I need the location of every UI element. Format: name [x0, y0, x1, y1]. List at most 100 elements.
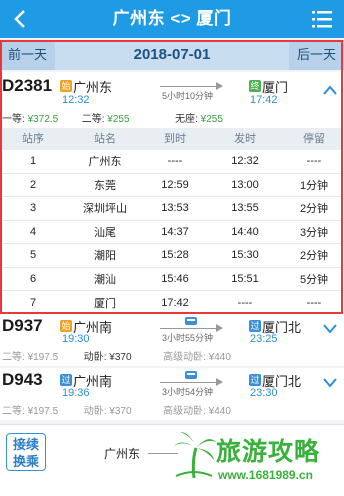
duration: 3小时54分钟 [162, 387, 214, 397]
stop-order: 7 [29, 296, 37, 309]
duration: 3小时55分钟 [162, 333, 214, 343]
stop-arrive: ---- [167, 155, 183, 168]
seat-first-price: ¥372.5 [27, 114, 59, 125]
menu-button[interactable] [312, 9, 332, 29]
seat-premium-sleeper-price: ¥440 [208, 406, 231, 417]
stop-arrive: 17:42 [161, 296, 189, 309]
table-row: 1 广州东 ---- 12:32 ---- [2, 150, 342, 174]
pass-badge: 过 [249, 320, 261, 332]
transfer-label-line2: 换乘 [12, 454, 39, 469]
arrive-time: 17:42 [250, 94, 278, 106]
list-menu-icon [312, 11, 332, 28]
table-row: 5 潮阳 15:28 15:30 2分钟 [2, 244, 342, 268]
seat-standing-label: 无座: [175, 114, 201, 125]
stop-depart: ---- [237, 296, 253, 309]
stop-depart: 13:00 [231, 178, 259, 191]
transfer-label-line1: 接续 [12, 437, 39, 452]
stop-station: 潮阳 [94, 250, 116, 263]
train-search-screen: 广州东 <> 厦门 前一天 2018-07-01 后一天 D2381 始 广州东… [0, 0, 344, 496]
table-row: 7 厦门 17:42 ---- ---- [2, 291, 342, 315]
arrive-time: 23:25 [250, 333, 278, 345]
table-row: 3 深圳坪山 13:53 13:55 2分钟 [2, 197, 342, 221]
palm-tree-logo-icon [174, 432, 216, 479]
seat-first-label: 一等: [2, 114, 28, 125]
stop-stay: 1分钟 [299, 179, 329, 192]
stop-order: 6 [29, 272, 37, 285]
depart-time: 12:32 [62, 94, 90, 106]
stop-order: 1 [29, 155, 37, 168]
seat-second-price: ¥197.5 [27, 352, 59, 363]
stop-depart: 14:40 [231, 225, 259, 238]
col-station: 站名 [94, 133, 116, 145]
train-number: D2381 [2, 76, 53, 95]
seat-second-price: ¥197.5 [27, 406, 59, 417]
stop-depart: 12:32 [231, 155, 259, 168]
arrow-head-icon [216, 82, 223, 90]
seat-premium-sleeper-label: 高级动卧: [163, 352, 209, 363]
seat-premium-sleeper-label: 高级动卧: [163, 406, 209, 417]
watermark-text: 旅游攻略 [216, 438, 321, 466]
train-number: D937 [2, 316, 43, 335]
seat-sleeper-price: ¥370 [109, 406, 132, 417]
train-number: D943 [2, 370, 43, 389]
seat-standing-price: ¥255 [200, 114, 223, 125]
route-title: 广州东 <> 厦门 [112, 9, 232, 28]
stop-arrive: 15:28 [161, 249, 189, 262]
stop-station: 深圳坪山 [83, 203, 127, 216]
stop-stay: 2分钟 [299, 250, 329, 263]
watermark: 旅游攻略 www.1681989.cn [172, 428, 342, 490]
route-arrow [160, 86, 222, 87]
seat-sleeper-price: ¥370 [109, 352, 132, 363]
stop-station: 厦门 [94, 297, 116, 310]
stop-depart: 15:30 [231, 249, 259, 262]
transfer-from-station: 广州东 [104, 447, 141, 461]
seat-prices: 一等: ¥372.5 二等: ¥255 无座: ¥255 [2, 110, 223, 125]
arrive-time: 23:30 [250, 387, 278, 399]
pass-badge: 过 [249, 374, 261, 386]
terminal-badge: 终 [249, 80, 261, 92]
stop-arrive: 15:46 [161, 272, 189, 285]
chevron-down-icon[interactable] [322, 322, 338, 334]
seat-sleeper-label: 动卧: [83, 406, 110, 417]
stops-table-header: 站序 站名 到时 发时 停留 [2, 128, 342, 150]
stop-arrive: 13:53 [161, 202, 189, 215]
transfer-button[interactable]: 接续 换乘 [6, 433, 46, 471]
next-day-button[interactable]: 后一天 [288, 40, 344, 70]
depart-time: 19:30 [62, 333, 90, 345]
stop-arrive: 12:59 [161, 178, 189, 191]
stop-station: 广州东 [88, 156, 122, 169]
arrow-head-icon [216, 378, 223, 386]
stop-stay: 5分钟 [299, 273, 329, 286]
origin-badge: 始 [60, 320, 72, 332]
stop-station: 东莞 [94, 179, 116, 192]
train-card-expanded[interactable]: D2381 始 广州东 12:32 5小时10分钟 终 厦门 17:42 一等:… [0, 72, 344, 312]
route-arrow [160, 328, 222, 329]
stop-stay: ---- [306, 155, 322, 168]
col-arrive: 到时 [164, 133, 186, 145]
seat-prices: 二等: ¥197.5 动卧: ¥370 高级动卧: ¥440 [2, 348, 231, 363]
train-card[interactable]: D937 始 广州南 19:30 3小时55分钟 过 厦门北 23:25 二等:… [0, 314, 344, 366]
table-row: 6 潮汕 15:46 15:51 5分钟 [2, 268, 342, 291]
train-icon [185, 317, 197, 325]
origin-badge: 始 [60, 80, 72, 92]
seat-second-label: 二等: [2, 406, 28, 417]
date-bar: 前一天 2018-07-01 后一天 [0, 40, 344, 70]
route-arrow [160, 382, 222, 383]
seat-second-label: 二等: [2, 352, 28, 363]
duration: 5小时10分钟 [162, 91, 214, 101]
depart-time: 19:36 [62, 387, 90, 399]
seat-second-label: 二等: [81, 114, 108, 125]
stop-stay: 3分钟 [299, 226, 329, 239]
stop-order: 4 [29, 225, 37, 238]
stop-stay: ---- [306, 296, 322, 309]
col-order: 站序 [22, 133, 44, 145]
chevron-up-icon[interactable] [322, 84, 338, 96]
arrow-head-icon [216, 324, 223, 332]
stops-table: 站序 站名 到时 发时 停留 1 广州东 ---- 12:32 ---- 2 东莞 12:5… [2, 128, 342, 315]
stop-order: 5 [29, 249, 37, 262]
seat-sleeper-label: 动卧: [83, 352, 110, 363]
pass-badge: 过 [60, 374, 72, 386]
chevron-down-icon[interactable] [322, 376, 338, 388]
stop-arrive: 14:37 [161, 225, 189, 238]
train-card[interactable]: D943 过 广州南 19:36 3小时54分钟 过 厦门北 23:30 二等:… [0, 368, 344, 420]
